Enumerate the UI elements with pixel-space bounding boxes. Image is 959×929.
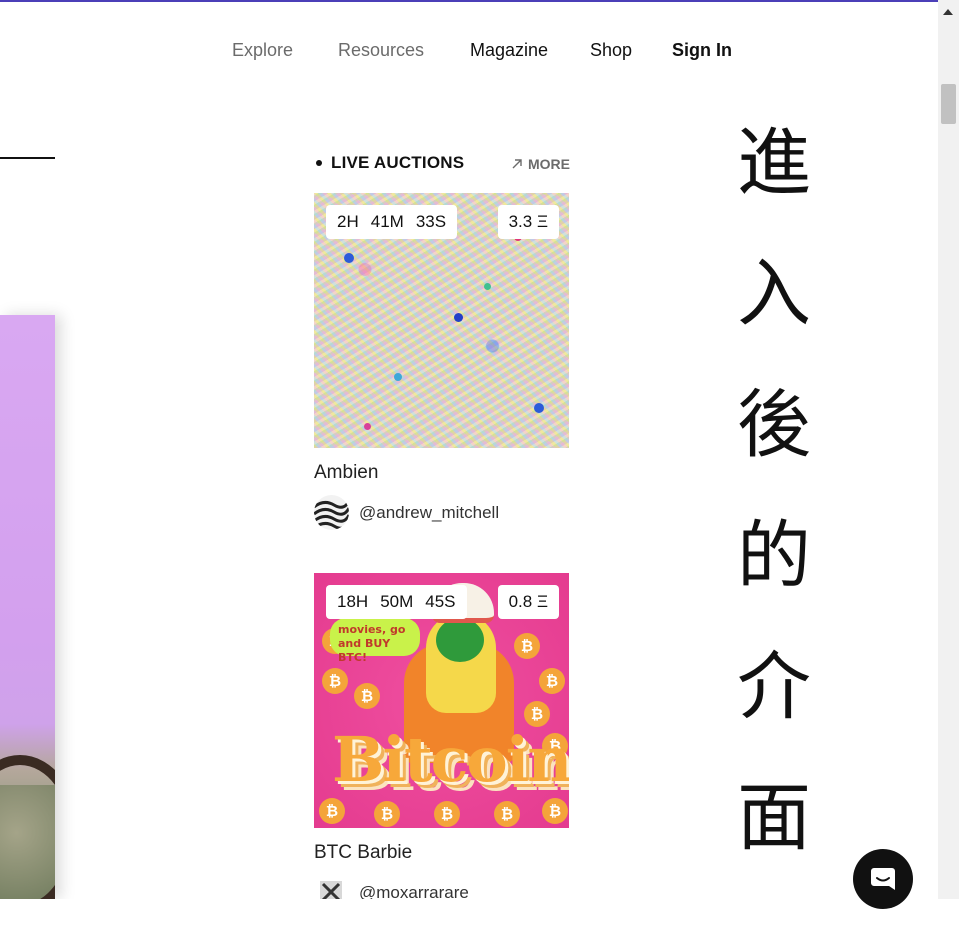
countdown-minutes: 50M: [380, 592, 414, 611]
countdown-seconds: 45S: [425, 592, 456, 611]
artwork-arc: [0, 755, 55, 899]
nav-explore[interactable]: Explore: [232, 40, 293, 61]
countdown-hours: 2H: [337, 212, 359, 231]
creator-link[interactable]: @andrew_mitchell: [314, 495, 499, 530]
nav-resources[interactable]: Resources: [338, 40, 424, 61]
chat-icon: [871, 868, 895, 890]
bitcoin-coin-icon: ₿: [542, 798, 568, 824]
auction-artwork-btc-barbie[interactable]: ₿ ₿ ₿ ₿ ₿ ₿ ₿ ₿ ₿ ₿ ₿ ₿ movies, go and B…: [314, 573, 569, 828]
scroll-up-icon[interactable]: [943, 9, 953, 15]
left-divider: [0, 157, 55, 159]
scrollbar[interactable]: [938, 0, 959, 899]
more-label: MORE: [528, 156, 570, 172]
creator-handle: @andrew_mitchell: [359, 502, 500, 522]
bitcoin-wordmark: Bitcoin: [332, 723, 569, 796]
viewport-bottom: [0, 899, 959, 929]
countdown-timer: 18H 50M 45S: [326, 585, 467, 619]
featured-artwork-partial[interactable]: [0, 315, 55, 899]
bitcoin-coin-icon: ₿: [374, 801, 400, 827]
arrow-up-right-icon: [512, 159, 522, 169]
current-bid: 3.3 Ξ: [497, 205, 559, 239]
bitcoin-coin-icon: ₿: [354, 683, 380, 709]
speech-bubble: movies, go and BUY BTC!: [330, 618, 420, 664]
nav-magazine[interactable]: Magazine: [470, 40, 548, 61]
bitcoin-coin-icon: ₿: [319, 798, 345, 824]
live-auctions-title: LIVE AUCTIONS: [331, 153, 465, 172]
bitcoin-coin-icon: ₿: [434, 801, 460, 827]
countdown-timer: 2H 41M 33S: [326, 205, 458, 239]
pepe-face: [436, 618, 484, 662]
bitcoin-coin-icon: ₿: [494, 801, 520, 827]
avatar: [314, 495, 349, 530]
auction-artwork-ambien[interactable]: 2H 41M 33S 3.3 Ξ: [314, 193, 569, 448]
more-link[interactable]: MORE: [511, 156, 570, 172]
nav-shop[interactable]: Shop: [590, 40, 632, 61]
top-accent-bar: [0, 0, 938, 2]
countdown-hours: 18H: [337, 592, 369, 611]
bitcoin-coin-icon: ₿: [514, 633, 540, 659]
countdown-seconds: 33S: [415, 212, 447, 231]
live-auctions-header: LIVE AUCTIONS: [316, 153, 464, 173]
auction-title[interactable]: Ambien: [314, 462, 378, 484]
live-dot-icon: [316, 160, 322, 166]
bitcoin-coin-icon: ₿: [322, 668, 348, 694]
current-bid: 0.8 Ξ: [497, 585, 559, 619]
auction-title[interactable]: BTC Barbie: [314, 842, 412, 864]
chat-button[interactable]: [853, 849, 913, 909]
vertical-annotation: 進入後的介面: [737, 120, 811, 861]
nav-sign-in[interactable]: Sign In: [672, 40, 732, 61]
scroll-thumb[interactable]: [941, 84, 956, 124]
bitcoin-coin-icon: ₿: [539, 668, 565, 694]
countdown-minutes: 41M: [370, 212, 404, 231]
